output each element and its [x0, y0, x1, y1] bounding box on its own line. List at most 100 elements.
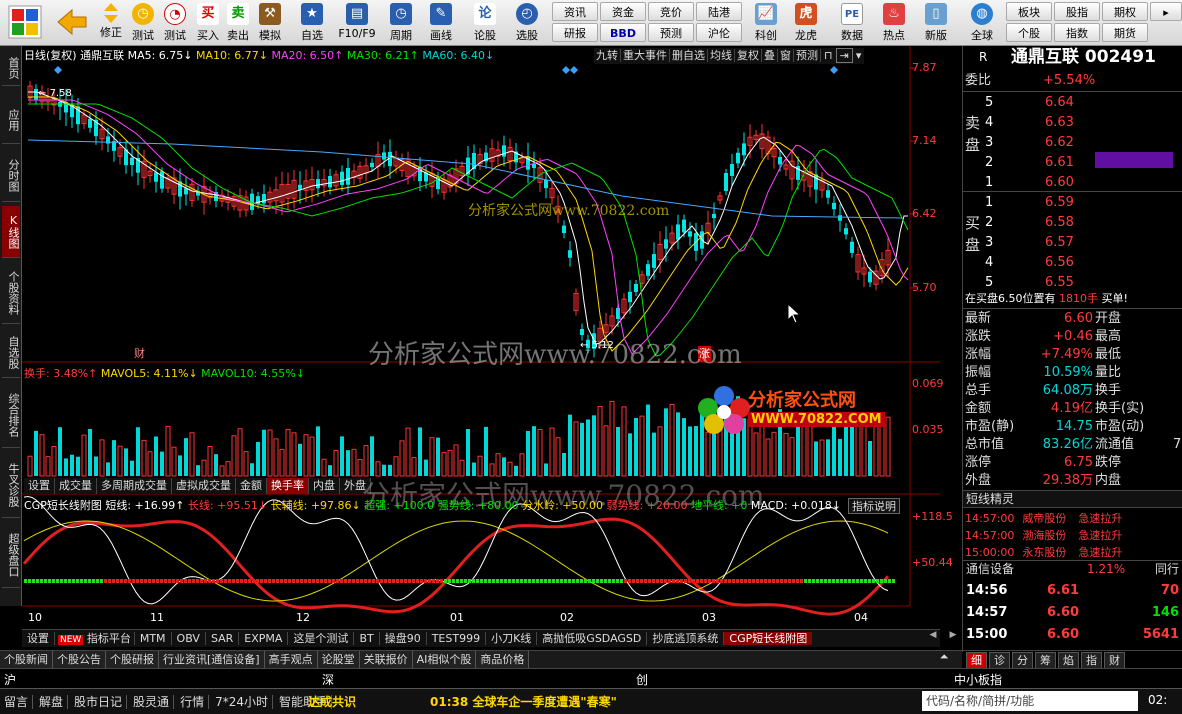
- single-stock-button[interactable]: 个股: [1006, 23, 1052, 42]
- drawline-button[interactable]: ✎ 画线: [422, 2, 460, 44]
- voltab-virtual-volume[interactable]: 虚拟成交量: [172, 478, 236, 494]
- kechuang-button[interactable]: 📈 科创: [748, 2, 784, 44]
- ask-price[interactable]: 6.60: [1045, 174, 1074, 192]
- collapse-icon[interactable]: ⏶: [934, 650, 954, 666]
- watchlist-button[interactable]: ★ 自选: [292, 2, 332, 44]
- forecast-button[interactable]: 预测: [648, 23, 694, 42]
- index-button[interactable]: 指数: [1054, 23, 1100, 42]
- voltab-volume[interactable]: 成交量: [55, 478, 97, 494]
- indtab-bottom-top[interactable]: 抄底逃顶系统: [647, 632, 725, 645]
- pick-button[interactable]: ◴ 选股: [508, 2, 546, 44]
- right-tab[interactable]: 诊: [989, 652, 1010, 669]
- status-item[interactable]: 解盘: [39, 695, 69, 709]
- tab-ranking[interactable]: 综合排名: [2, 382, 20, 448]
- right-tab[interactable]: 指: [1081, 652, 1102, 669]
- menu-adjust[interactable]: 复权: [735, 49, 762, 62]
- bid-price[interactable]: 6.56: [1045, 254, 1074, 272]
- period-button[interactable]: ◷ 周期: [382, 2, 420, 44]
- bbd-button[interactable]: BBD: [600, 23, 646, 42]
- fund-button[interactable]: 资金: [600, 2, 646, 21]
- indtab-expma[interactable]: EXPMA: [239, 632, 289, 645]
- longhu-button[interactable]: 虎 龙虎: [788, 2, 824, 44]
- more-button[interactable]: ▸: [1150, 2, 1182, 21]
- status-item[interactable]: 股市日记: [74, 695, 128, 709]
- research-button[interactable]: 研报: [552, 23, 598, 42]
- right-tab[interactable]: 细: [966, 652, 987, 669]
- chart-area[interactable]: 日线(复权) 通鼎互联 MA5: 6.75↓ MA10: 6.77↓ MA20:…: [22, 46, 953, 628]
- back-arrow-icon[interactable]: [52, 2, 92, 44]
- indtab-xiaodao[interactable]: 小刀K线: [486, 632, 538, 645]
- right-tab[interactable]: 焰: [1058, 652, 1079, 669]
- info-link[interactable]: 高手观点: [264, 651, 318, 668]
- index-cy[interactable]: 创: [636, 671, 648, 688]
- ask-price[interactable]: 6.61: [1045, 154, 1074, 172]
- backtest-button[interactable]: ◷ 测试: [128, 2, 158, 44]
- industry-row[interactable]: 通信设备 1.21% 同行: [963, 560, 1182, 578]
- tab-super-quotes[interactable]: 超级盘口: [2, 522, 20, 588]
- menu-predict[interactable]: 预测: [794, 49, 821, 62]
- stock-index-button[interactable]: 股指: [1054, 2, 1100, 21]
- event-diamond-icon[interactable]: [570, 66, 578, 74]
- hk-connect-button[interactable]: 陆港: [696, 2, 742, 21]
- index-sz[interactable]: 深: [322, 671, 334, 688]
- status-item[interactable]: 留言: [4, 695, 34, 709]
- status-item[interactable]: 股灵通: [133, 695, 175, 709]
- lunstock-button[interactable]: 论 论股: [466, 2, 504, 44]
- indtab-cgp[interactable]: CGP短长线附图: [724, 632, 813, 645]
- hot-button[interactable]: ♨ 热点: [876, 2, 912, 44]
- indtab-obv[interactable]: OBV: [171, 632, 206, 645]
- right-tab[interactable]: 筹: [1035, 652, 1056, 669]
- tab-apps[interactable]: 应用: [2, 96, 20, 144]
- tab-timeshare[interactable]: 分时图: [2, 150, 20, 202]
- event-diamond-icon[interactable]: [54, 66, 62, 74]
- shanghai-london-button[interactable]: 沪伦: [696, 23, 742, 42]
- bid-price[interactable]: 6.57: [1045, 234, 1074, 252]
- info-link[interactable]: 商品价格: [476, 651, 530, 668]
- indtab-test999[interactable]: TEST999: [426, 632, 487, 645]
- simulate-button[interactable]: ⚒ 模拟: [255, 2, 285, 44]
- menu-jiuzhuan[interactable]: 九转: [594, 49, 621, 62]
- indtab-settings[interactable]: 设置: [22, 632, 55, 645]
- indicator-help-button[interactable]: 指标说明: [848, 498, 900, 514]
- timer-button[interactable]: ◔ 测试: [160, 2, 190, 44]
- search-input[interactable]: 代码/名称/简拼/功能: [922, 691, 1138, 711]
- voltab-turnover[interactable]: 换手率: [267, 478, 309, 494]
- tab-watchlist[interactable]: 自选股: [2, 328, 20, 378]
- status-item[interactable]: 行情: [180, 695, 210, 709]
- f10-button[interactable]: ▤ F10/F9: [334, 2, 380, 44]
- event-diamond-icon[interactable]: [830, 66, 838, 74]
- menu-overlay[interactable]: 叠: [762, 49, 778, 62]
- ask-price[interactable]: 6.64: [1045, 94, 1074, 112]
- status-item[interactable]: 7*24小时: [215, 695, 273, 709]
- genie-item[interactable]: 14:57:00 威帝股份 急速拉升: [965, 510, 1122, 528]
- indtab-mtm[interactable]: MTM: [134, 632, 172, 645]
- newversion-button[interactable]: ▯ 新版: [918, 2, 954, 44]
- ask-price[interactable]: 6.62: [1045, 134, 1074, 152]
- indtab-bt[interactable]: BT: [354, 632, 380, 645]
- index-sh[interactable]: 沪: [4, 671, 16, 688]
- tab-kline[interactable]: K线图: [2, 206, 20, 258]
- info-link[interactable]: 个股公告: [53, 651, 106, 668]
- info-link[interactable]: 个股新闻: [0, 651, 53, 668]
- status-highlight[interactable]: 达成共识: [308, 693, 356, 710]
- dropdown-icon[interactable]: ▾: [853, 49, 865, 62]
- data-button[interactable]: PE 数据: [834, 2, 870, 44]
- genie-item[interactable]: 14:57:00 渤海股份 急速拉升: [965, 527, 1122, 545]
- info-link[interactable]: 行业资讯[通信设备]: [159, 651, 265, 668]
- finance-marker[interactable]: 财: [134, 346, 145, 362]
- info-link[interactable]: 关联报价: [359, 651, 413, 668]
- voltab-amount[interactable]: 金额: [236, 478, 267, 494]
- indtab-test[interactable]: 这是个测试: [288, 632, 355, 645]
- indtab-platform[interactable]: NEW 指标平台: [55, 632, 135, 645]
- app-logo-icon[interactable]: [2, 2, 48, 44]
- right-tab[interactable]: 财: [1104, 652, 1125, 669]
- indtab-gsdagsd[interactable]: 高抛低吸GSDAGSD: [537, 632, 648, 645]
- indtab-caopan90[interactable]: 操盘90: [379, 632, 427, 645]
- tab-home[interactable]: 首页: [2, 50, 20, 86]
- scroll-right-icon[interactable]: ▶: [946, 630, 960, 644]
- info-link[interactable]: 个股研报: [106, 651, 159, 668]
- index-zx[interactable]: 中小板指: [954, 671, 1002, 688]
- modify-button[interactable]: 修正: [96, 2, 126, 44]
- tab-stock-diagnosis[interactable]: 牛叉诊股: [2, 452, 20, 518]
- menu-events[interactable]: 重大事件: [621, 49, 670, 62]
